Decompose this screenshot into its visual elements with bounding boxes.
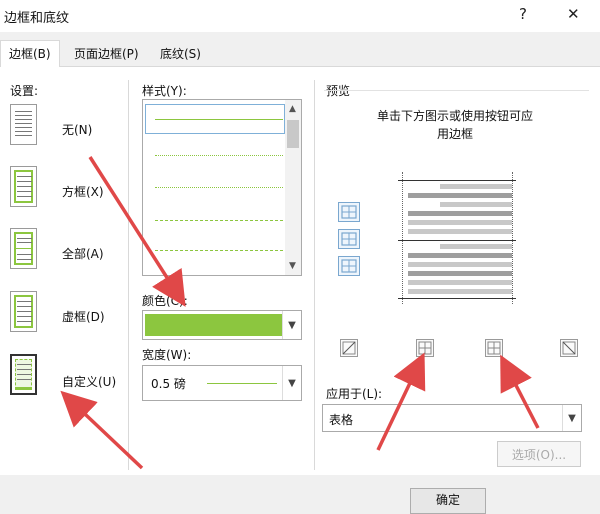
apply-to-label: 应用于(L): <box>326 387 383 401</box>
tab-page-borders[interactable]: 页面边框(P) <box>66 43 147 66</box>
chevron-down-icon[interactable]: ▼ <box>282 311 301 339</box>
inside-vertical-border-button[interactable] <box>485 339 503 357</box>
style-option-dotted[interactable] <box>155 155 283 156</box>
preset-grid-label: 虚框(D) <box>62 310 105 324</box>
border-inside-horizontal-icon <box>341 232 357 246</box>
color-label: 颜色(C): <box>142 294 188 308</box>
diagonal-up-icon <box>342 341 356 355</box>
style-listbox[interactable]: ▲ ▼ <box>142 99 302 276</box>
chevron-down-icon[interactable]: ▼ <box>282 366 301 400</box>
preset-none-button[interactable] <box>10 104 37 145</box>
tab-borders[interactable]: 边框(B) <box>0 40 60 68</box>
color-swatch <box>145 314 283 336</box>
divider-left <box>128 80 129 470</box>
preview-instruction-1: 单击下方图示或使用按钮可应 <box>376 109 533 123</box>
style-label: 样式(Y): <box>142 84 187 98</box>
width-value: 0.5 磅 <box>151 377 186 391</box>
width-line-sample <box>207 383 277 384</box>
top-border-button[interactable] <box>338 202 360 222</box>
scroll-thumb[interactable] <box>287 120 299 148</box>
style-option-solid[interactable] <box>155 119 283 120</box>
preset-grid-button[interactable] <box>10 291 37 332</box>
preset-all-label: 全部(A) <box>62 247 104 261</box>
width-dropdown[interactable]: 0.5 磅 ▼ <box>142 365 302 401</box>
left-border-button[interactable] <box>416 339 434 357</box>
title-bar <box>0 0 600 32</box>
apply-to-value: 表格 <box>329 413 354 427</box>
style-option-dashed[interactable] <box>155 220 283 221</box>
preview-divider <box>324 90 589 91</box>
diagonal-down-border-button[interactable] <box>340 339 358 357</box>
style-scrollbar[interactable]: ▲ ▼ <box>285 100 301 275</box>
chevron-down-icon[interactable]: ▼ <box>562 405 581 431</box>
preset-box-label: 方框(X) <box>62 185 104 199</box>
style-option-long-dashed[interactable] <box>155 250 283 251</box>
close-button[interactable]: ✕ <box>567 5 580 23</box>
inside-horizontal-border-button[interactable] <box>338 229 360 249</box>
help-button[interactable]: ? <box>519 5 527 23</box>
border-top-icon <box>341 205 357 219</box>
apply-to-dropdown[interactable]: 表格 ▼ <box>322 404 582 432</box>
preview-instruction-2: 用边框 <box>436 127 473 141</box>
preview-document[interactable] <box>398 168 520 308</box>
preset-box-button[interactable] <box>10 166 37 207</box>
divider-right <box>314 80 315 470</box>
diagonal-down-icon <box>562 341 576 355</box>
color-dropdown[interactable]: ▼ <box>142 310 302 340</box>
scroll-down-icon[interactable]: ▼ <box>289 261 296 271</box>
ok-button[interactable]: 确定 <box>410 488 486 514</box>
width-label: 宽度(W): <box>142 348 192 362</box>
style-option-fine-dotted[interactable] <box>155 187 283 188</box>
bottom-border-button[interactable] <box>338 256 360 276</box>
preset-custom-label: 自定义(U) <box>62 375 117 389</box>
dialog-title: 边框和底纹 <box>4 11 70 26</box>
preset-custom-button[interactable] <box>10 354 37 395</box>
tab-shading[interactable]: 底纹(S) <box>152 43 209 66</box>
border-inside-vertical-icon <box>487 341 501 355</box>
scroll-up-icon[interactable]: ▲ <box>289 104 296 114</box>
border-left-icon <box>418 341 432 355</box>
settings-heading: 设置: <box>10 84 39 98</box>
preset-all-button[interactable] <box>10 228 37 269</box>
options-button[interactable]: 选项(O)... <box>497 441 581 467</box>
preset-none-label: 无(N) <box>62 123 93 137</box>
border-bottom-icon <box>341 259 357 273</box>
diagonal-up-border-button[interactable] <box>560 339 578 357</box>
